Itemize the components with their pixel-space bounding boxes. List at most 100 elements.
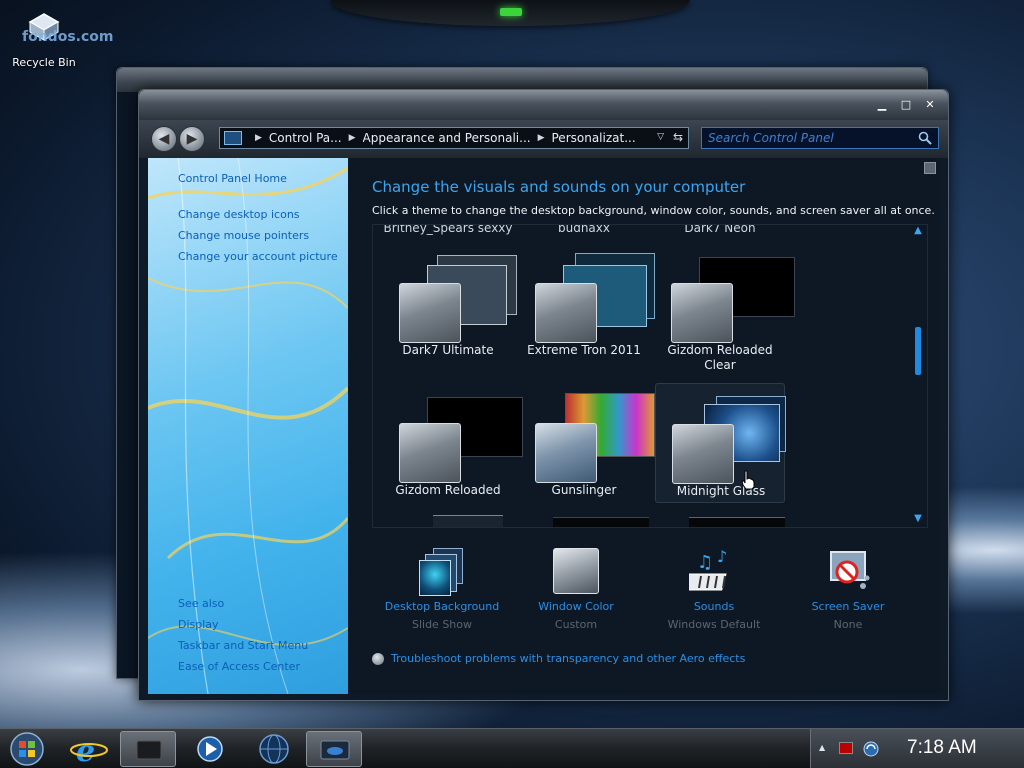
breadcrumb-separator[interactable]: ▶	[538, 133, 545, 143]
show-hidden-icons-button[interactable]: ▲	[819, 743, 825, 752]
window-color-value: Custom	[554, 618, 598, 631]
taskbar-window-folder[interactable]	[120, 731, 176, 767]
network-icon[interactable]	[863, 741, 879, 757]
folder-icon	[136, 740, 162, 760]
theme-glass-preview	[535, 283, 597, 343]
navigation-bar: ◀ ▶ ▶ Control Pa... ▶ Appearance and Per…	[139, 120, 948, 158]
help-icon[interactable]	[924, 162, 936, 174]
control-panel-icon	[224, 131, 242, 145]
window-color-icon	[551, 548, 601, 596]
desktop-background-link[interactable]: Desktop Background	[372, 600, 512, 613]
hand-cursor-icon	[741, 470, 755, 490]
control-panel-home-link[interactable]: Control Panel Home	[178, 172, 287, 185]
scrollbar-thumb[interactable]	[915, 327, 921, 375]
theme-thumbnail	[399, 251, 519, 343]
theme-components: Desktop Background Slide Show Window Col…	[372, 547, 932, 638]
screen-saver-icon	[823, 548, 873, 596]
taskbar-personalization-window[interactable]	[306, 731, 362, 767]
theme-item-dark7-ultimate[interactable]: Dark7 Ultimate	[383, 243, 517, 363]
media-player-icon	[197, 736, 223, 762]
troubleshoot-row: Troubleshoot problems with transparency …	[372, 652, 745, 665]
content-pane: Change the visuals and sounds on your co…	[348, 158, 940, 694]
theme-thumbnail	[535, 251, 655, 343]
theme-thumbnail	[671, 251, 795, 343]
action-center-flag-icon[interactable]	[839, 742, 853, 754]
theme-name: Midnight Glass	[676, 484, 766, 498]
taskbar-globe-app[interactable]	[244, 731, 300, 767]
theme-glass-preview	[399, 283, 461, 343]
change-account-picture-link[interactable]: Change your account picture	[178, 250, 338, 263]
taskbar: e ▲ 7:18 AM	[0, 728, 1024, 768]
clock-time[interactable]: 7:18 AM	[907, 737, 977, 759]
theme-item-extreme-tron-2011[interactable]: Extreme Tron 2011	[519, 243, 655, 363]
address-dropdown-icon[interactable]: ▽	[657, 132, 664, 142]
minimize-button[interactable]: ▁	[876, 99, 888, 111]
theme-glass-preview	[671, 283, 733, 343]
theme-item-gunslinger[interactable]: Gunslinger	[519, 383, 655, 503]
sounds-link[interactable]: Sounds	[644, 600, 784, 613]
desktop-background-icon	[417, 548, 467, 596]
theme-thumbnail	[672, 392, 792, 484]
back-button[interactable]: ◀	[151, 126, 177, 152]
see-also-heading: See also	[178, 597, 225, 610]
forward-button[interactable]: ▶	[179, 126, 205, 152]
control-panel-window-icon	[320, 740, 350, 760]
left-task-pane: Control Panel Home Change desktop icons …	[148, 158, 348, 694]
search-input[interactable]	[708, 131, 908, 145]
theme-item-midnight-glass[interactable]: Midnight Glass	[655, 383, 786, 503]
scroll-down-button[interactable]: ▼	[911, 513, 925, 527]
theme-name-partial[interactable]: Dark7 Neon	[655, 225, 785, 235]
scroll-up-button[interactable]: ▲	[911, 225, 925, 239]
svg-text:e: e	[76, 734, 95, 767]
taskbar-start-menu-link[interactable]: Taskbar and Start Menu	[178, 639, 308, 652]
theme-thumbnail-partial[interactable]	[433, 515, 503, 527]
system-tray: ▲ 7:18 AM	[810, 729, 1024, 768]
window-color-item[interactable]: Window Color Custom	[506, 548, 646, 631]
window-color-link[interactable]: Window Color	[506, 600, 646, 613]
sounds-value: Windows Default	[667, 618, 761, 631]
theme-glass-preview	[672, 424, 734, 484]
theme-name-partial[interactable]: budnaxx	[519, 225, 649, 235]
breadcrumb-appearance[interactable]: Appearance and Personali...	[363, 131, 531, 145]
theme-list[interactable]: Britney_Spears sexxy budnaxx Dark7 Neon …	[372, 224, 928, 528]
breadcrumb-control-panel[interactable]: Control Pa...	[269, 131, 342, 145]
theme-name: Gizdom Reloaded	[395, 483, 501, 497]
theme-name-partial[interactable]: Britney_Spears sexxy	[383, 225, 513, 235]
theme-thumbnail-partial[interactable]	[689, 517, 785, 527]
display-link[interactable]: Display	[178, 618, 219, 631]
address-bar[interactable]: ▶ Control Pa... ▶ Appearance and Persona…	[219, 127, 689, 149]
troubleshoot-link[interactable]: Troubleshoot problems with transparency …	[391, 652, 745, 665]
breadcrumb-separator[interactable]: ▶	[255, 133, 262, 143]
sounds-icon: ♫ ♪	[683, 547, 739, 596]
theme-name: Gunslinger	[551, 483, 617, 497]
breadcrumb-personalization[interactable]: Personalizat...	[552, 131, 636, 145]
taskbar-internet-explorer[interactable]: e	[62, 731, 118, 768]
ease-of-access-link[interactable]: Ease of Access Center	[178, 660, 300, 673]
theme-name: Gizdom Reloaded Clear	[667, 343, 773, 372]
window-titlebar[interactable]: ▁ □ ✕	[139, 90, 948, 120]
close-button[interactable]: ✕	[924, 99, 936, 111]
theme-name: Extreme Tron 2011	[527, 343, 641, 357]
taskbar-media-player[interactable]	[182, 731, 238, 767]
theme-glass-preview	[535, 423, 597, 483]
desktop-background-value: Slide Show	[411, 618, 473, 631]
recycle-bin-label: Recycle Bin	[12, 56, 76, 69]
watermark-text: fondos.com	[22, 29, 114, 45]
change-mouse-pointers-link[interactable]: Change mouse pointers	[178, 229, 309, 242]
search-box[interactable]	[701, 127, 939, 149]
theme-list-scrollbar[interactable]: ▲ ▼	[911, 225, 925, 527]
screen-saver-link[interactable]: Screen Saver	[778, 600, 918, 613]
maximize-button[interactable]: □	[900, 99, 912, 111]
sounds-item[interactable]: ♫ ♪ Sounds Windows Default	[644, 547, 784, 631]
change-desktop-icons-link[interactable]: Change desktop icons	[178, 208, 300, 221]
desktop-background-item[interactable]: Desktop Background Slide Show	[372, 548, 512, 631]
search-icon[interactable]	[918, 131, 932, 145]
theme-item-gizdom-reloaded-clear[interactable]: Gizdom Reloaded Clear	[655, 243, 795, 372]
theme-thumbnail-partial[interactable]	[553, 517, 649, 527]
refresh-icon[interactable]: ⇆	[670, 130, 686, 146]
screen-saver-item[interactable]: Screen Saver None	[778, 548, 918, 631]
breadcrumb-separator[interactable]: ▶	[349, 133, 356, 143]
start-button[interactable]	[8, 731, 46, 767]
theme-item-gizdom-reloaded[interactable]: Gizdom Reloaded	[383, 383, 523, 503]
theme-thumbnail	[399, 391, 523, 483]
